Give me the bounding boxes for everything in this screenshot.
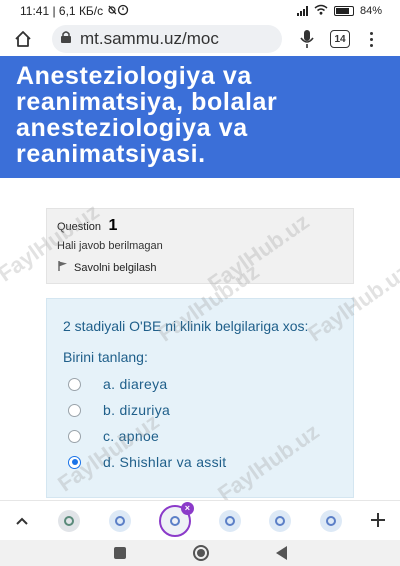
site-favicon-icon	[64, 515, 75, 526]
chevron-up-icon[interactable]	[14, 513, 30, 529]
question-text: 2 stadiyali O'BE ni klinik belgilariga x…	[63, 318, 309, 334]
home-button-icon[interactable]	[192, 545, 209, 561]
system-nav-bar	[0, 540, 400, 566]
answer-radio-a[interactable]	[68, 377, 81, 391]
tab-thumbnail[interactable]	[219, 509, 242, 532]
close-tab-icon[interactable]: ×	[180, 501, 194, 515]
new-tab-icon[interactable]	[370, 508, 386, 534]
tab-thumbnail[interactable]	[319, 509, 342, 532]
tab-strip: ×	[0, 500, 400, 540]
status-time-info: 11:41 | 6,1 КБ/с	[20, 4, 104, 18]
lock-icon	[60, 30, 72, 49]
answer-prompt: Birini tanlang:	[63, 349, 148, 365]
back-icon[interactable]	[275, 546, 287, 560]
address-bar[interactable]: mt.sammu.uz/moc	[52, 25, 282, 53]
alarm-icon	[107, 4, 129, 19]
site-favicon-icon	[275, 515, 286, 526]
site-favicon-icon	[225, 515, 236, 526]
status-bar: 11:41 | 6,1 КБ/с 84%	[0, 0, 400, 22]
answer-option-a[interactable]: a. diareya	[63, 371, 337, 397]
site-favicon-icon	[325, 515, 336, 526]
flag-question-button[interactable]: Savolni belgilash	[57, 260, 343, 275]
tab-switcher-button[interactable]: 14	[330, 30, 350, 48]
battery-icon	[333, 6, 354, 16]
microphone-icon[interactable]	[298, 28, 316, 50]
answer-label-a: a. diareya	[103, 376, 168, 392]
battery-percent: 84%	[359, 5, 382, 17]
browser-toolbar: mt.sammu.uz/moc 14	[0, 22, 400, 56]
flag-icon	[57, 260, 69, 275]
answer-radio-d[interactable]	[68, 455, 81, 469]
answer-label-d: d. Shishlar va assit	[103, 454, 227, 470]
answer-list: a. diareya b. dizuriya c. apnoe d. Shish…	[63, 371, 337, 475]
site-favicon-icon	[169, 515, 180, 526]
flag-label: Savolni belgilash	[74, 261, 157, 274]
question-state: Hali javob berilmagan	[57, 240, 163, 252]
question-label: Question	[57, 221, 102, 233]
more-menu-icon[interactable]	[366, 29, 376, 49]
tab-thumbnail[interactable]	[58, 509, 81, 532]
tab-thumbnail[interactable]	[269, 509, 292, 532]
url-text: mt.sammu.uz/moc	[80, 29, 219, 48]
recent-apps-icon[interactable]	[113, 547, 126, 559]
answer-radio-b[interactable]	[68, 403, 81, 417]
site-favicon-icon	[114, 515, 125, 526]
answer-option-b[interactable]: b. dizuriya	[63, 397, 337, 423]
question-number: 1	[108, 217, 118, 234]
answer-option-c[interactable]: c. apnoe	[63, 423, 337, 449]
question-info-panel: Question 1 Hali javob berilmagan Savolni…	[46, 208, 354, 284]
answer-label-b: b. dizuriya	[103, 402, 171, 418]
answer-label-c: c. apnoe	[103, 428, 160, 444]
page-title: Anesteziologiya va reanimatsiya, bolalar…	[16, 62, 278, 168]
signal-icon	[296, 6, 308, 16]
home-icon[interactable]	[12, 28, 34, 50]
tab-thumbnail[interactable]	[108, 509, 131, 532]
answer-radio-c[interactable]	[68, 429, 81, 443]
answer-option-d[interactable]: d. Shishlar va assit	[63, 449, 337, 475]
wifi-icon	[314, 4, 328, 18]
page-header: Anesteziologiya va reanimatsiya, bolalar…	[0, 56, 400, 178]
question-content: 2 stadiyali O'BE ni klinik belgilariga x…	[46, 298, 354, 498]
tab-thumbnail-active[interactable]: ×	[158, 501, 194, 537]
